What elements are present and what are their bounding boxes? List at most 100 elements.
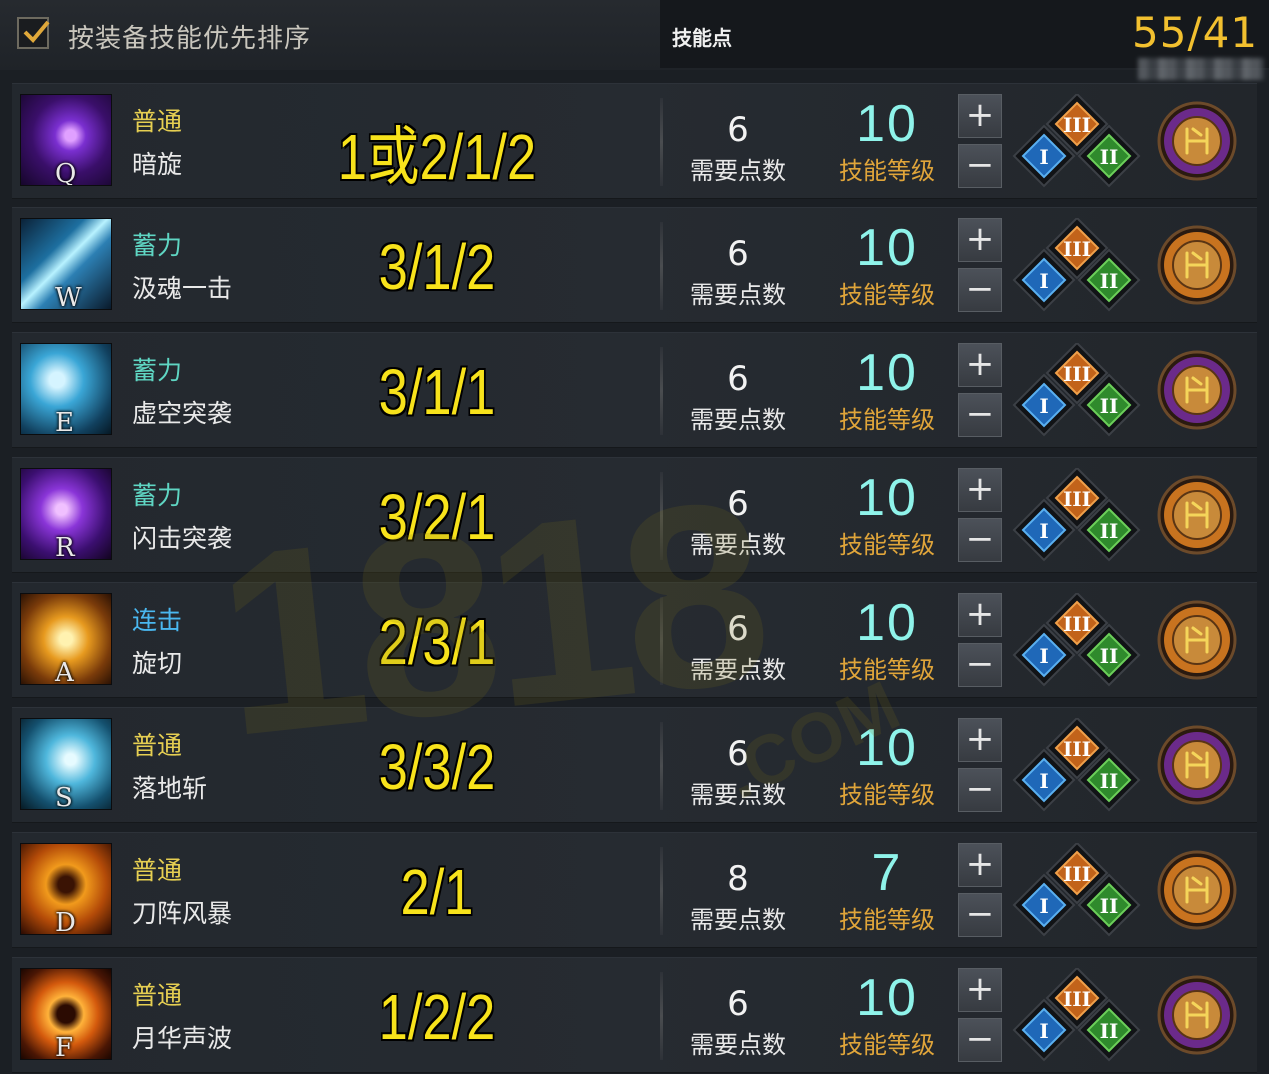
tripod-order-text: 3/1/1 (378, 356, 496, 428)
rune-slot-icon[interactable] (1157, 101, 1237, 181)
skill-type-label: 蓄力 (132, 481, 183, 510)
skill-points-total: 55/41 (1132, 8, 1259, 57)
skill-level-minus-button[interactable]: − (958, 144, 1002, 188)
skill-level-minus-button[interactable]: − (958, 1018, 1002, 1062)
points-required-value: 6 (727, 110, 749, 150)
skill-level-plus-button[interactable]: + (958, 468, 1002, 512)
blue-crescent-icon: S (20, 718, 112, 810)
row-divider (660, 98, 663, 186)
skill-name: 闪击突袭 (132, 524, 233, 553)
skill-level-minus-button[interactable]: − (958, 768, 1002, 812)
skill-level-plus-button[interactable]: + (958, 718, 1002, 762)
tripod-tier-label: III (1063, 862, 1091, 886)
points-required-value: 6 (727, 609, 749, 649)
tripod-tier-label: I (1039, 1019, 1048, 1043)
tripod-selector[interactable]: III I II (1012, 966, 1142, 1068)
points-required-label: 需要点数 (690, 281, 786, 309)
tripod-tier-label: I (1039, 644, 1048, 668)
fire-ring-icon: F (20, 968, 112, 1060)
rune-slot-icon[interactable] (1157, 850, 1237, 930)
skill-level-plus-button[interactable]: + (958, 343, 1002, 387)
tripod-tier-label: III (1063, 113, 1091, 137)
skill-level-plus-button[interactable]: + (958, 843, 1002, 887)
tripod-selector[interactable]: III I II (1012, 341, 1142, 443)
tripod-tier-label: II (1100, 1019, 1119, 1043)
tripod-order-text: 2/3/1 (378, 606, 496, 678)
skill-level-minus-button[interactable]: − (958, 643, 1002, 687)
skill-name: 月华声波 (132, 1024, 233, 1053)
rune-slot-icon[interactable] (1157, 725, 1237, 805)
skill-level-minus-button[interactable]: − (958, 393, 1002, 437)
skill-row: E 蓄力 虚空突袭 3/1/1 6 需要点数 10 技能等级 + − III I II (12, 332, 1257, 448)
skill-level-value: 10 (856, 219, 918, 277)
skill-level-minus-button[interactable]: − (958, 268, 1002, 312)
golden-spin-icon: A (20, 593, 112, 685)
tripod-tier-label: II (1100, 769, 1119, 793)
skill-level-minus-button[interactable]: − (958, 893, 1002, 937)
points-required-value: 6 (727, 484, 749, 524)
rune-slot-icon[interactable] (1157, 975, 1237, 1055)
tripod-selector[interactable]: III I II (1012, 466, 1142, 568)
tripod-tier-label: III (1063, 487, 1091, 511)
tripod-selector[interactable]: III I II (1012, 216, 1142, 318)
tripod-selector[interactable]: III I II (1012, 591, 1142, 693)
skill-level-value: 10 (856, 594, 918, 652)
rune-slot-icon[interactable] (1157, 225, 1237, 305)
skill-row: Q 普通 暗旋 1或2/1/2 6 需要点数 10 技能等级 + − III I II (12, 83, 1257, 199)
tripod-order-text: 1/2/2 (378, 981, 496, 1053)
points-required-label: 需要点数 (690, 656, 786, 684)
purple-vortex-icon: Q (20, 94, 112, 186)
points-required-label: 需要点数 (690, 157, 786, 185)
skill-level-label: 技能等级 (839, 157, 935, 185)
tripod-selector[interactable]: III I II (1012, 841, 1142, 943)
sort-priority-label: 按装备技能优先排序 (68, 24, 312, 54)
tripod-selector[interactable]: III I II (1012, 92, 1142, 194)
skill-level-value: 10 (856, 469, 918, 527)
skill-name: 暗旋 (132, 150, 183, 179)
skill-level-plus-button[interactable]: + (958, 593, 1002, 637)
points-required-value: 6 (727, 234, 749, 274)
rune-slot-icon[interactable] (1157, 475, 1237, 555)
skill-level-label: 技能等级 (839, 531, 935, 559)
tripod-tier-label: III (1063, 237, 1091, 261)
skill-level-plus-button[interactable]: + (958, 968, 1002, 1012)
skill-level-plus-button[interactable]: + (958, 94, 1002, 138)
tripod-order-text: 3/2/1 (378, 481, 496, 553)
tripod-tier-label: II (1100, 145, 1119, 169)
rune-slot-icon[interactable] (1157, 600, 1237, 680)
skill-row: W 蓄力 汲魂一击 3/1/2 6 需要点数 10 技能等级 + − III I II (12, 207, 1257, 323)
points-required-label: 需要点数 (690, 406, 786, 434)
skill-type-label: 连击 (132, 606, 183, 635)
skill-row: A 连击 旋切 2/3/1 6 需要点数 10 技能等级 + − III I II (12, 582, 1257, 698)
header-bar: 按装备技能优先排序 技能点 55/41 (0, 0, 1269, 80)
skill-hotkey: R (55, 533, 75, 560)
skill-level-minus-button[interactable]: − (958, 518, 1002, 562)
skill-level-plus-button[interactable]: + (958, 218, 1002, 262)
tripod-order-text: 1或2/1/2 (337, 121, 537, 193)
purple-slash-icon: R (20, 468, 112, 560)
skill-hotkey: S (55, 783, 73, 810)
skill-row: D 普通 刀阵风暴 2/1 8 需要点数 7 技能等级 + − III I II (12, 832, 1257, 948)
points-required-label: 需要点数 (690, 531, 786, 559)
blurred-region (1138, 58, 1264, 80)
sort-priority-checkbox[interactable] (17, 17, 50, 49)
tripod-tier-label: II (1100, 894, 1119, 918)
tripod-tier-label: I (1039, 269, 1048, 293)
points-required-value: 8 (727, 859, 749, 899)
tripod-tier-label: II (1100, 519, 1119, 543)
rune-slot-icon[interactable] (1157, 350, 1237, 430)
skill-row: R 蓄力 闪击突袭 3/2/1 6 需要点数 10 技能等级 + − III I II (12, 457, 1257, 573)
skill-type-label: 普通 (132, 107, 183, 136)
tripod-selector[interactable]: III I II (1012, 716, 1142, 818)
skill-type-label: 蓄力 (132, 231, 183, 260)
skill-type-label: 普通 (132, 731, 183, 760)
skill-name: 旋切 (132, 649, 183, 678)
skill-name: 汲魂一击 (132, 274, 233, 303)
tripod-order-text: 2/1 (400, 856, 474, 928)
skill-level-value: 10 (856, 344, 918, 402)
tripod-tier-label: I (1039, 519, 1048, 543)
skill-hotkey: A (55, 658, 74, 685)
fire-figure-icon: D (20, 843, 112, 935)
skill-name: 落地斩 (132, 774, 208, 803)
row-divider (660, 722, 663, 810)
